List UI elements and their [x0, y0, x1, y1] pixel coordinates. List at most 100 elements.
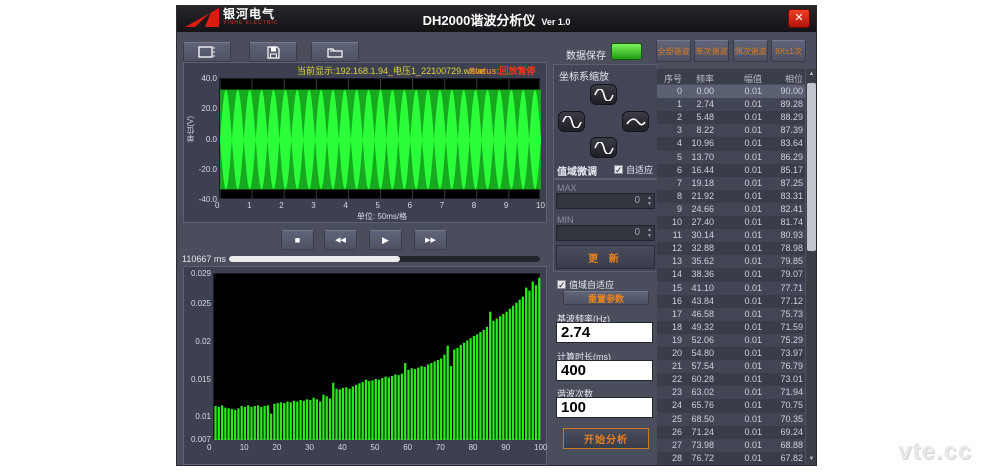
- screenshot-canvas: 银河电气 YINHE ELECTRIC DH2000谐波分析仪Ver 1.0 ✕: [0, 0, 1000, 472]
- spectrum-ytick: 0.029: [183, 269, 211, 278]
- table-row[interactable]: 7 19.18 0.01 87.25: [657, 177, 805, 190]
- table-row[interactable]: 19 52.06 0.01 75.29: [657, 334, 805, 347]
- waveform-xtick: 5: [376, 201, 386, 210]
- table-row[interactable]: 18 49.32 0.01 71.59: [657, 321, 805, 334]
- waveform-ytick: 40.0: [191, 74, 217, 83]
- table-row[interactable]: 26 71.24 0.01 69.24: [657, 426, 805, 439]
- table-row[interactable]: 15 41.10 0.01 77.71: [657, 282, 805, 295]
- spectrum-ytick: 0.01: [183, 412, 211, 421]
- filter-button-2[interactable]: 偶次谐波: [733, 40, 768, 62]
- fast-forward-button[interactable]: ▶▶: [414, 230, 447, 250]
- table-row[interactable]: 25 68.50 0.01 70.35: [657, 413, 805, 426]
- display-icon: [198, 46, 216, 58]
- table-row[interactable]: 2 5.48 0.01 88.29: [657, 111, 805, 124]
- table-row[interactable]: 1 2.74 0.01 89.28: [657, 98, 805, 111]
- play-button[interactable]: ▶: [369, 230, 402, 250]
- table-header-row: 序号 频率 幅值 相位: [657, 69, 805, 85]
- table-row[interactable]: 9 24.66 0.01 82.41: [657, 203, 805, 216]
- table-row[interactable]: 20 54.80 0.01 73.97: [657, 347, 805, 360]
- table-row[interactable]: 3 8.22 0.01 87.39: [657, 124, 805, 137]
- table-row[interactable]: 4 10.96 0.01 83.64: [657, 137, 805, 150]
- table-row[interactable]: 16 43.84 0.01 77.12: [657, 295, 805, 308]
- table-row[interactable]: 6 16.44 0.01 85.17: [657, 164, 805, 177]
- filter-button-1[interactable]: 单次谐波: [694, 40, 729, 62]
- range-adaptive-checkbox[interactable]: ✓: [557, 280, 566, 289]
- waveform-xtick: 0: [215, 201, 225, 210]
- calc-duration-input[interactable]: 400: [556, 360, 653, 381]
- range-tune-label: 值域微调: [557, 163, 597, 178]
- table-row[interactable]: 13 35.62 0.01 79.85: [657, 255, 805, 268]
- adaptive-checkbox[interactable]: ✓: [614, 165, 623, 174]
- table-row[interactable]: 27 73.98 0.01 68.88: [657, 439, 805, 452]
- save-icon: [267, 46, 280, 59]
- col-header-frequency[interactable]: 频率: [684, 72, 714, 85]
- max-spinner[interactable]: ▲▼: [647, 195, 652, 207]
- spectrum-xtick: 50: [371, 443, 387, 452]
- spectrum-xtick: 20: [272, 443, 288, 452]
- table-row[interactable]: 22 60.28 0.01 73.01: [657, 373, 805, 386]
- sine-up-icon: [594, 89, 614, 101]
- scrollbar-thumb[interactable]: [807, 83, 816, 251]
- min-spinner[interactable]: ▲▼: [647, 227, 652, 239]
- table-row[interactable]: 12 32.88 0.01 78.98: [657, 242, 805, 255]
- table-row[interactable]: 14 38.36 0.01 79.07: [657, 268, 805, 281]
- rewind-icon: ◀◀: [335, 236, 346, 244]
- current-file-label: 当前显示:192.168.1.94_电压1_22100729.wave: [297, 64, 485, 77]
- table-row[interactable]: 8 21.92 0.01 83.31: [657, 190, 805, 203]
- scroll-down-icon[interactable]: ▼: [806, 454, 817, 465]
- table-row[interactable]: 0 0.00 0.01 90.00: [657, 85, 805, 98]
- col-header-index[interactable]: 序号: [660, 72, 682, 85]
- stop-button[interactable]: ■: [281, 230, 314, 250]
- data-save-indicator-button[interactable]: [611, 43, 642, 60]
- harmonic-count-input[interactable]: 100: [556, 397, 653, 418]
- zoom-left-button[interactable]: [558, 111, 585, 132]
- spectrum-ytick: 0.015: [183, 375, 211, 384]
- table-row[interactable]: 23 63.02 0.01 71.94: [657, 386, 805, 399]
- scroll-up-icon[interactable]: ▲: [806, 69, 817, 80]
- zoom-right-button[interactable]: [622, 111, 649, 132]
- save-button[interactable]: [249, 42, 297, 62]
- zoom-down-button[interactable]: [590, 137, 617, 158]
- table-row[interactable]: 17 46.58 0.01 75.73: [657, 308, 805, 321]
- sine-down-icon: [594, 142, 614, 154]
- waveform-xtick: 6: [408, 201, 418, 210]
- rewind-button[interactable]: ◀◀: [324, 230, 357, 250]
- reset-params-button[interactable]: 重置参数: [563, 291, 649, 305]
- adaptive-checkbox-row[interactable]: ✓ 自适应: [614, 163, 653, 176]
- col-header-phase[interactable]: 相位: [765, 72, 803, 85]
- zoom-up-button[interactable]: [590, 84, 617, 105]
- display-mode-button[interactable]: [183, 42, 231, 62]
- min-input[interactable]: 0 ▲▼: [556, 225, 655, 241]
- range-adaptive-checkbox-row[interactable]: ✓ 值域自适应: [557, 278, 614, 291]
- table-row[interactable]: 10 27.40 0.01 81.74: [657, 216, 805, 229]
- max-input[interactable]: 0 ▲▼: [556, 193, 655, 209]
- filter-button-3[interactable]: 6X±1次: [771, 40, 806, 62]
- table-row[interactable]: 11 30.14 0.01 80.93: [657, 229, 805, 242]
- waveform-xtick: 7: [440, 201, 450, 210]
- waveform-plot[interactable]: [219, 78, 540, 199]
- filter-button-0[interactable]: 全部谐波: [656, 40, 691, 62]
- fundamental-freq-input[interactable]: 2.74: [556, 322, 653, 343]
- table-scrollbar[interactable]: ▲ ▼: [805, 69, 816, 465]
- col-header-amplitude[interactable]: 幅值: [718, 72, 762, 85]
- open-file-button[interactable]: [311, 42, 359, 62]
- playback-progress-fill: [229, 256, 400, 262]
- update-button[interactable]: 更 新: [556, 245, 655, 269]
- play-icon: ▶: [382, 235, 389, 246]
- playback-progress-bar[interactable]: [229, 256, 540, 262]
- close-button[interactable]: ✕: [788, 9, 810, 28]
- folder-open-icon: [327, 46, 343, 58]
- table-row[interactable]: 5 13.70 0.01 86.29: [657, 151, 805, 164]
- waveform-xtick: 1: [247, 201, 257, 210]
- spectrum-plot[interactable]: [213, 273, 540, 439]
- table-row[interactable]: 21 57.54 0.01 76.79: [657, 360, 805, 373]
- table-row[interactable]: 24 65.76 0.01 70.75: [657, 399, 805, 412]
- start-analysis-button[interactable]: 开始分析: [563, 428, 649, 449]
- waveform-ytick: -40.0: [191, 195, 217, 204]
- status-value: 回放暂停: [500, 66, 536, 76]
- stop-icon: ■: [295, 235, 300, 245]
- adaptive-label: 自适应: [626, 163, 653, 176]
- table-row[interactable]: 28 76.72 0.01 67.82: [657, 452, 805, 465]
- waveform-ytick: -20.0: [191, 165, 217, 174]
- waveform-trace: [220, 79, 541, 200]
